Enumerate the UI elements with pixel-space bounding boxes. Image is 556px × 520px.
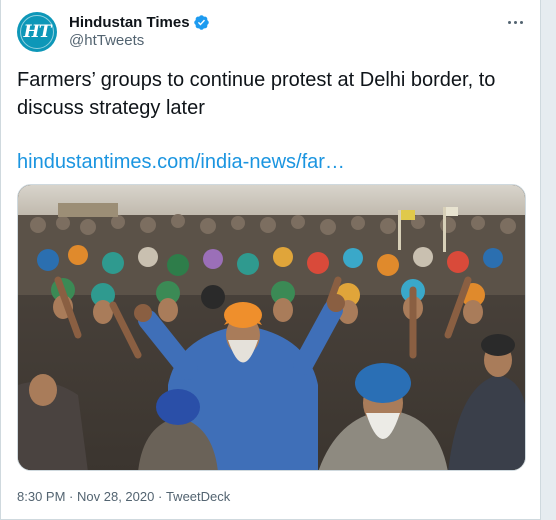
protest-photo-image[interactable]	[17, 184, 526, 471]
tweet-footer: 8:30 PM · Nov 28, 2020 · TweetDeck	[17, 488, 230, 504]
footer-separator-2: ·	[157, 489, 163, 505]
article-link[interactable]: hindustantimes.com/india-news/far…	[17, 148, 345, 176]
footer-separator: ·	[69, 489, 74, 505]
verified-badge-icon	[193, 15, 209, 30]
author-handle[interactable]: @htTweets	[69, 32, 210, 49]
tweet-source[interactable]: TweetDeck	[166, 489, 230, 504]
tweet-card: HT Hindustan Times @htTweets Farmers’ gr…	[0, 0, 541, 520]
tweet-header: HT Hindustan Times @htTweets	[17, 12, 527, 52]
avatar[interactable]: HT	[17, 12, 57, 52]
tweet-date[interactable]: Nov 28, 2020	[77, 489, 154, 504]
author-info: Hindustan Times @htTweets	[69, 14, 210, 49]
photo-illustration	[18, 185, 525, 470]
tweet-time[interactable]: 8:30 PM	[17, 489, 65, 504]
more-options-icon[interactable]	[503, 12, 527, 32]
author-display-name[interactable]: Hindustan Times	[69, 14, 190, 31]
tweet-text: Farmers’ groups to continue protest at D…	[17, 69, 496, 119]
